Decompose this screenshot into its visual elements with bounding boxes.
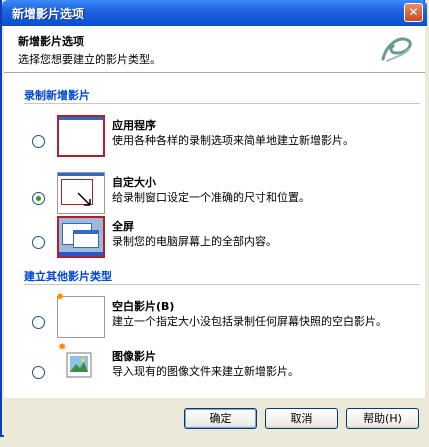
section-title-other: 建立其他影片类型 (24, 270, 112, 283)
blank-movie-thumbnail: ✸ (56, 292, 105, 338)
option-full-screen[interactable]: 全屏 录制您的电脑屏幕上的全部内容。 (4, 216, 425, 272)
option-title: 自定大小 (112, 176, 156, 189)
option-application[interactable]: 应用程序 使用各种各样的录制选项来简单地建立新增影片。 (4, 115, 425, 171)
options-panel: 录制新增影片 应用程序 使用各种各样的录制选项来简单地建立新增影片。 自定大小 … (4, 73, 425, 437)
button-bar: 确定 取消 帮助(H) (4, 398, 425, 437)
option-blank-movie[interactable]: ✸ 空白影片(B) 建立一个指定大小没包括录制任何屏幕快照的空白影片。 (4, 292, 425, 352)
option-title: 图像影片 (112, 350, 156, 363)
close-button[interactable]: ✕ (404, 3, 423, 22)
new-movie-dialog: 新增影片选项 ✕ 新增影片选项 选择您想要建立的影片类型。 录制新增影片 应用程… (0, 0, 427, 437)
option-desc: 建立一个指定大小没包括录制任何屏幕快照的空白影片。 (112, 315, 387, 328)
option-image-movie[interactable]: ✸ 图像影片 导入现有的图像文件来建立新增影片。 (4, 342, 425, 402)
window-title: 新增影片选项 (12, 7, 85, 21)
image-movie-thumbnail: ✸ (57, 342, 105, 388)
section-divider (24, 284, 420, 285)
section-divider (24, 103, 420, 104)
ok-button[interactable]: 确定 (184, 408, 257, 429)
application-thumbnail (57, 115, 105, 157)
section-title-record: 录制新增影片 (24, 89, 90, 102)
cancel-button[interactable]: 取消 (265, 408, 338, 429)
new-star-icon: ✸ (56, 292, 65, 303)
option-desc: 导入现有的图像文件来建立新增影片。 (112, 365, 299, 378)
option-desc: 录制您的电脑屏幕上的全部内容。 (112, 235, 277, 248)
captivate-logo-icon (381, 37, 412, 62)
option-title: 空白影片(B) (112, 300, 175, 313)
option-desc: 使用各种各样的录制选项来简单地建立新增影片。 (112, 134, 354, 147)
full-screen-thumbnail (57, 216, 105, 258)
help-button[interactable]: 帮助(H) (346, 408, 419, 429)
custom-size-thumbnail (57, 172, 105, 214)
radio-full-screen[interactable] (32, 236, 45, 249)
image-file-icon (66, 352, 92, 378)
header-subtitle: 选择您想要建立的影片类型。 (18, 53, 161, 66)
option-title: 应用程序 (112, 119, 156, 132)
option-desc: 给录制窗口设定一个准确的尺寸和位置。 (112, 191, 310, 204)
header-title: 新增影片选项 (18, 35, 84, 48)
radio-image-movie[interactable] (32, 366, 45, 379)
radio-custom-size[interactable] (32, 192, 45, 205)
radio-application[interactable] (32, 135, 45, 148)
title-bar[interactable]: 新增影片选项 ✕ (2, 0, 427, 26)
resize-arrow-icon (77, 192, 91, 206)
close-icon: ✕ (408, 5, 419, 19)
wizard-header: 新增影片选项 选择您想要建立的影片类型。 (4, 26, 425, 73)
option-title: 全屏 (112, 220, 134, 233)
radio-blank-movie[interactable] (32, 316, 45, 329)
